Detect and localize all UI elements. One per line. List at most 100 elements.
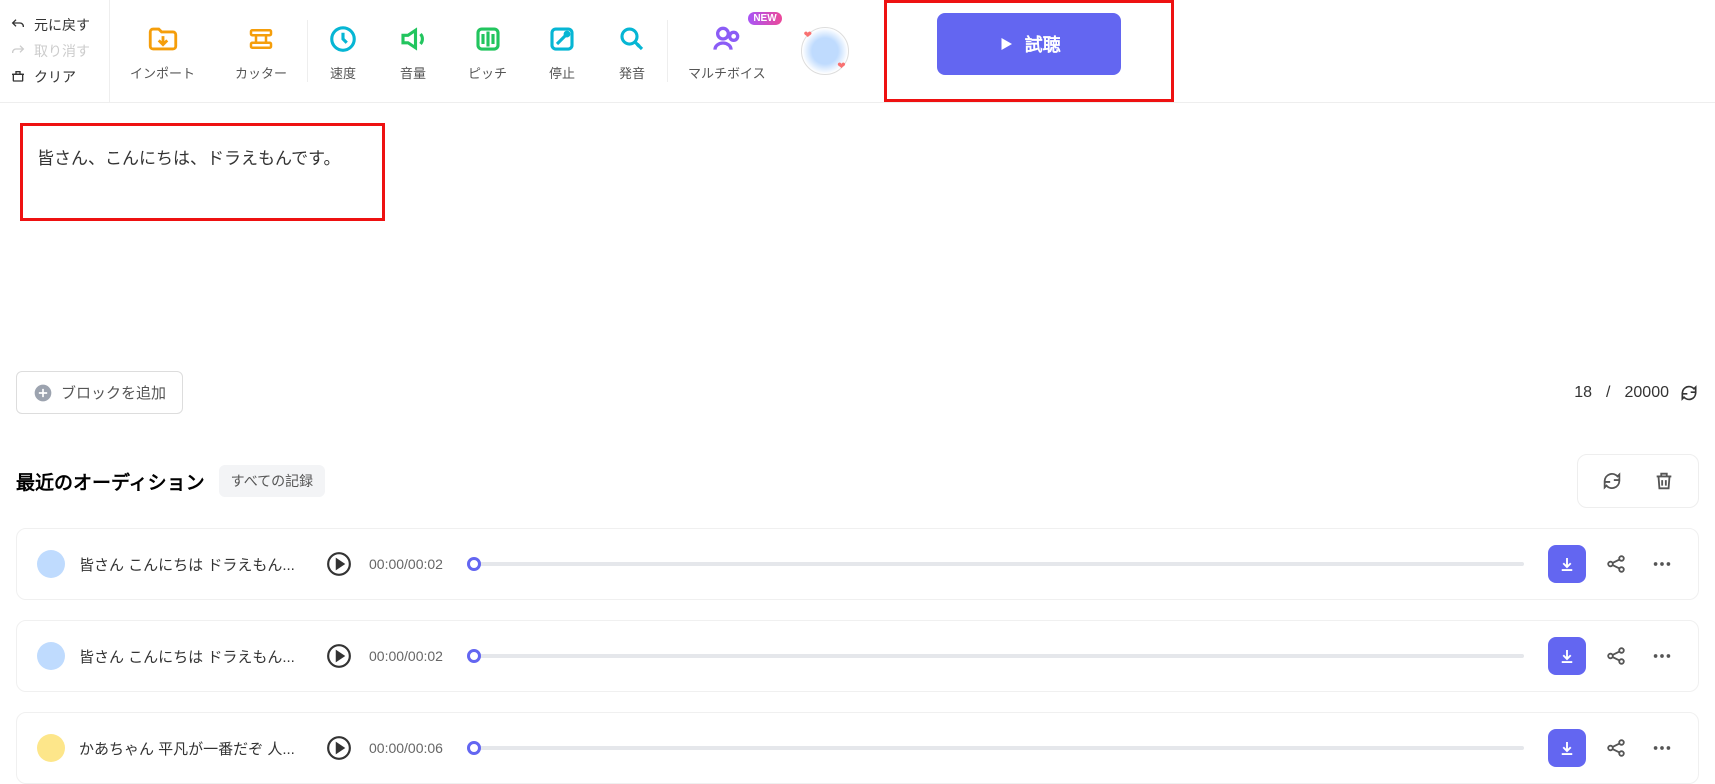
add-block-button[interactable]: ブロックを追加 [16,371,183,414]
download-button[interactable] [1548,637,1586,675]
seek-track[interactable] [467,746,1524,750]
more-icon [1651,737,1673,759]
row-title: 皆さん こんにちは ドラえもん... [79,646,309,667]
cutter-button[interactable]: カッター [215,0,307,102]
refresh-icon[interactable] [1679,383,1699,403]
play-button[interactable] [323,640,355,672]
download-icon [1558,647,1576,665]
audio-row: 皆さん こんにちは ドラえもん... 00:00/00:02 [16,528,1699,600]
clear-button[interactable]: クリア [10,64,99,90]
volume-button[interactable]: 音量 [378,0,448,102]
download-button[interactable] [1548,545,1586,583]
stop-button[interactable]: 停止 [527,0,597,102]
volume-icon [398,21,428,57]
row-title: 皆さん こんにちは ドラえもん... [79,554,309,575]
share-icon [1605,553,1627,575]
redo-button[interactable]: 取り消す [10,38,99,64]
editor-area: 皆さん、こんにちは、ドラえもんです。 [0,103,1715,241]
row-time: 00:00/00:02 [369,648,443,664]
share-button[interactable] [1600,732,1632,764]
undo-label: 元に戻す [34,15,90,35]
seek-track[interactable] [467,654,1524,658]
undo-icon [10,17,26,33]
row-avatar [37,642,65,670]
multivoice-button[interactable]: NEW マルチボイス [668,0,786,102]
text-input[interactable]: 皆さん、こんにちは、ドラえもんです。 [20,123,385,221]
share-button[interactable] [1600,640,1632,672]
share-icon [1605,645,1627,667]
speed-label: 速度 [330,63,356,82]
more-icon [1651,645,1673,667]
download-button[interactable] [1548,729,1586,767]
share-button[interactable] [1600,548,1632,580]
row-avatar [37,734,65,762]
char-limit: 20000 [1625,384,1670,402]
pitch-icon [473,21,503,57]
char-count: 18 [1574,384,1592,402]
play-icon [997,35,1015,53]
more-button[interactable] [1646,732,1678,764]
more-icon [1651,553,1673,575]
all-records-chip[interactable]: すべての記録 [219,465,325,497]
voice-avatar[interactable] [801,27,849,75]
import-label: インポート [130,63,195,82]
plus-circle-icon [33,383,53,403]
speed-button[interactable]: 速度 [308,0,378,102]
audio-row: 皆さん こんにちは ドラえもん... 00:00/00:02 [16,620,1699,692]
audio-row: かあちゃん 平凡が一番だぞ 人... 00:00/00:06 [16,712,1699,784]
cutter-icon [246,21,276,57]
trash-icon [1653,470,1675,492]
volume-label: 音量 [400,63,426,82]
editor-footer: ブロックを追加 18 / 20000 [0,361,1715,424]
play-button[interactable] [323,732,355,764]
cutter-label: カッター [235,63,287,82]
text-content: 皆さん、こんにちは、ドラえもんです。 [37,149,340,168]
recent-heading: 最近のオーディション [16,468,205,495]
import-button[interactable]: インポート [110,0,215,102]
listen-button[interactable]: 試聴 [937,13,1121,75]
speed-icon [328,21,358,57]
seek-track[interactable] [467,562,1524,566]
multivoice-icon [711,21,743,57]
pitch-button[interactable]: ピッチ [448,0,527,102]
stop-icon [547,21,577,57]
folder-import-icon [146,21,180,57]
play-circle-icon [326,551,352,577]
pronunciation-icon [617,21,647,57]
more-button[interactable] [1646,548,1678,580]
seek-thumb[interactable] [467,741,481,755]
play-circle-icon [326,643,352,669]
counter-separator: / [1606,384,1610,402]
section-actions [1577,454,1699,508]
redo-label: 取り消す [34,41,90,61]
delete-all-button[interactable] [1648,465,1680,497]
clear-icon [10,69,26,85]
section-header: 最近のオーディション すべての記録 [16,454,1699,508]
play-circle-icon [326,735,352,761]
play-button[interactable] [323,548,355,580]
history-controls: 元に戻す 取り消す クリア [0,0,110,102]
toolbar: 元に戻す 取り消す クリア インポート カッター 速度 音量 ピッチ 停止 [0,0,1715,103]
share-icon [1605,737,1627,759]
add-block-label: ブロックを追加 [61,382,166,403]
seek-thumb[interactable] [467,557,481,571]
redo-icon [10,43,26,59]
recent-section: 最近のオーディション すべての記録 皆さん こんにちは ドラえもん... 00:… [0,454,1715,784]
listen-label: 試聴 [1025,31,1061,57]
download-icon [1558,739,1576,757]
multivoice-label: マルチボイス [688,63,766,82]
more-button[interactable] [1646,640,1678,672]
clear-label: クリア [34,67,76,87]
stop-label: 停止 [549,63,575,82]
row-title: かあちゃん 平凡が一番だぞ 人... [79,738,309,759]
refresh-all-button[interactable] [1596,465,1628,497]
char-counter: 18 / 20000 [1574,383,1699,403]
new-badge: NEW [748,12,781,25]
row-avatar [37,550,65,578]
listen-highlight: 試聴 [884,0,1174,102]
undo-button[interactable]: 元に戻す [10,12,99,38]
refresh-icon [1601,470,1623,492]
pronunciation-button[interactable]: 発音 [597,0,667,102]
seek-thumb[interactable] [467,649,481,663]
pronunciation-label: 発音 [619,63,645,82]
